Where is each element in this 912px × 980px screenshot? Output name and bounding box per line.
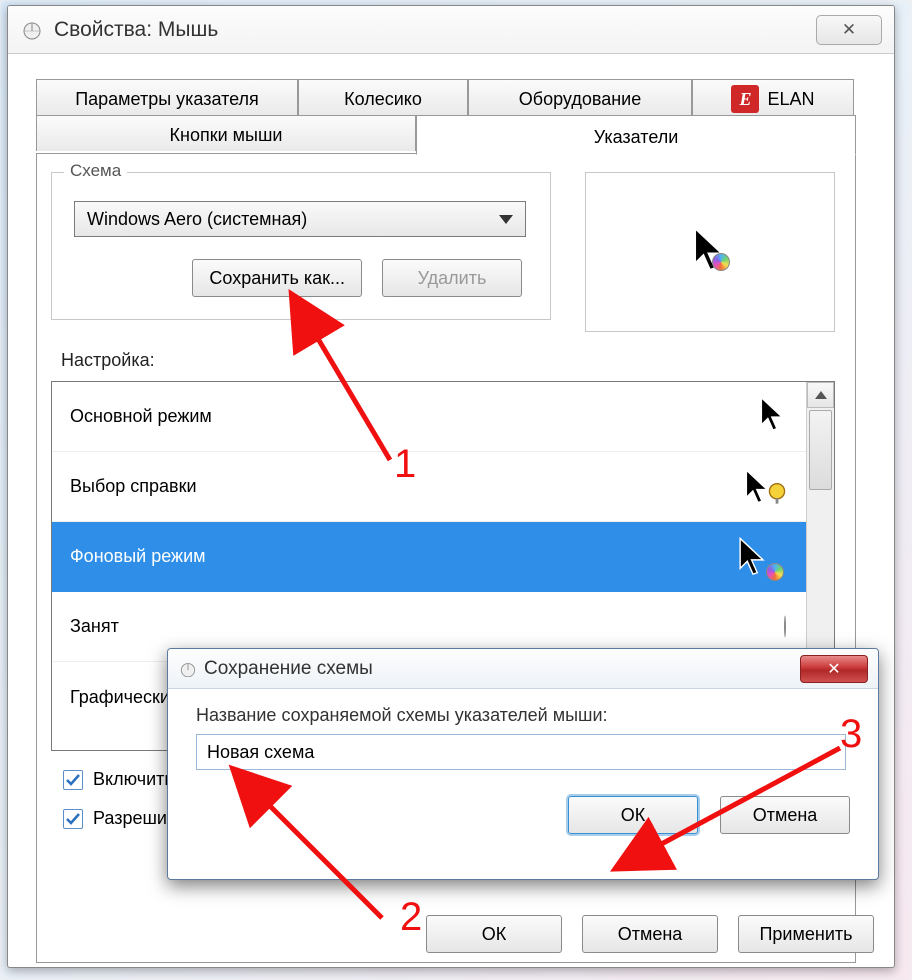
ok-button[interactable]: ОК: [426, 915, 562, 953]
scheme-legend: Схема: [64, 161, 127, 181]
preview-cursor-icon: [692, 227, 728, 278]
tab-hardware[interactable]: Оборудование: [468, 79, 692, 115]
dialog-close-button[interactable]: ✕: [800, 655, 868, 683]
save-as-button[interactable]: Сохранить как...: [192, 259, 362, 297]
dialog-buttons: ОК Отмена Применить: [426, 915, 874, 953]
arrow-up-icon: [815, 391, 827, 399]
dialog-titlebar: Сохранение схемы ✕: [168, 649, 878, 689]
cursor-busy-icon: [738, 537, 786, 577]
scroll-up-button[interactable]: [807, 382, 834, 408]
scheme-selected: Windows Aero (системная): [87, 209, 307, 230]
cancel-button[interactable]: Отмена: [582, 915, 718, 953]
close-icon: ✕: [827, 659, 840, 679]
close-button[interactable]: ✕: [816, 15, 882, 45]
dialog-title: Сохранение схемы: [204, 658, 373, 680]
list-item[interactable]: Основной режим: [52, 382, 806, 452]
tab-pointers[interactable]: Указатели: [416, 115, 856, 155]
tab-pointer-options[interactable]: Параметры указателя: [36, 79, 298, 115]
apply-button[interactable]: Применить: [738, 915, 874, 953]
mouse-icon: [20, 20, 44, 40]
cursor-help-icon: [745, 469, 786, 505]
chevron-down-icon: [499, 215, 513, 224]
checkbox-icon: [63, 770, 83, 790]
tab-elan[interactable]: E ELAN: [692, 79, 854, 115]
checkbox-icon: [63, 809, 83, 829]
scheme-combo[interactable]: Windows Aero (системная): [74, 201, 526, 237]
cursor-wait-icon: [784, 616, 786, 637]
scheme-name-input[interactable]: Новая схема: [196, 734, 846, 770]
elan-icon: E: [731, 85, 759, 113]
titlebar: Свойства: Мышь ✕: [8, 6, 894, 54]
tab-wheel[interactable]: Колесико: [298, 79, 468, 115]
list-item[interactable]: Фоновый режим: [52, 522, 806, 592]
save-scheme-dialog: Сохранение схемы ✕ Название сохраняемой …: [167, 648, 879, 880]
cursor-arrow-icon: [760, 396, 786, 437]
dialog-cancel-button[interactable]: Отмена: [720, 796, 850, 834]
scroll-thumb[interactable]: [809, 410, 832, 490]
close-icon: ✕: [842, 20, 856, 40]
dialog-ok-button[interactable]: ОК: [568, 796, 698, 834]
customize-label: Настройка:: [61, 350, 841, 371]
cursor-preview: [585, 172, 835, 332]
window-title: Свойства: Мышь: [54, 18, 218, 42]
list-item[interactable]: Выбор справки: [52, 452, 806, 522]
dialog-prompt: Название сохраняемой схемы указателей мы…: [196, 705, 850, 726]
mouse-icon: [178, 661, 198, 677]
scheme-group: Схема Windows Aero (системная) Сохранить…: [51, 172, 551, 320]
tab-buttons[interactable]: Кнопки мыши: [36, 115, 416, 151]
delete-button[interactable]: Удалить: [382, 259, 522, 297]
